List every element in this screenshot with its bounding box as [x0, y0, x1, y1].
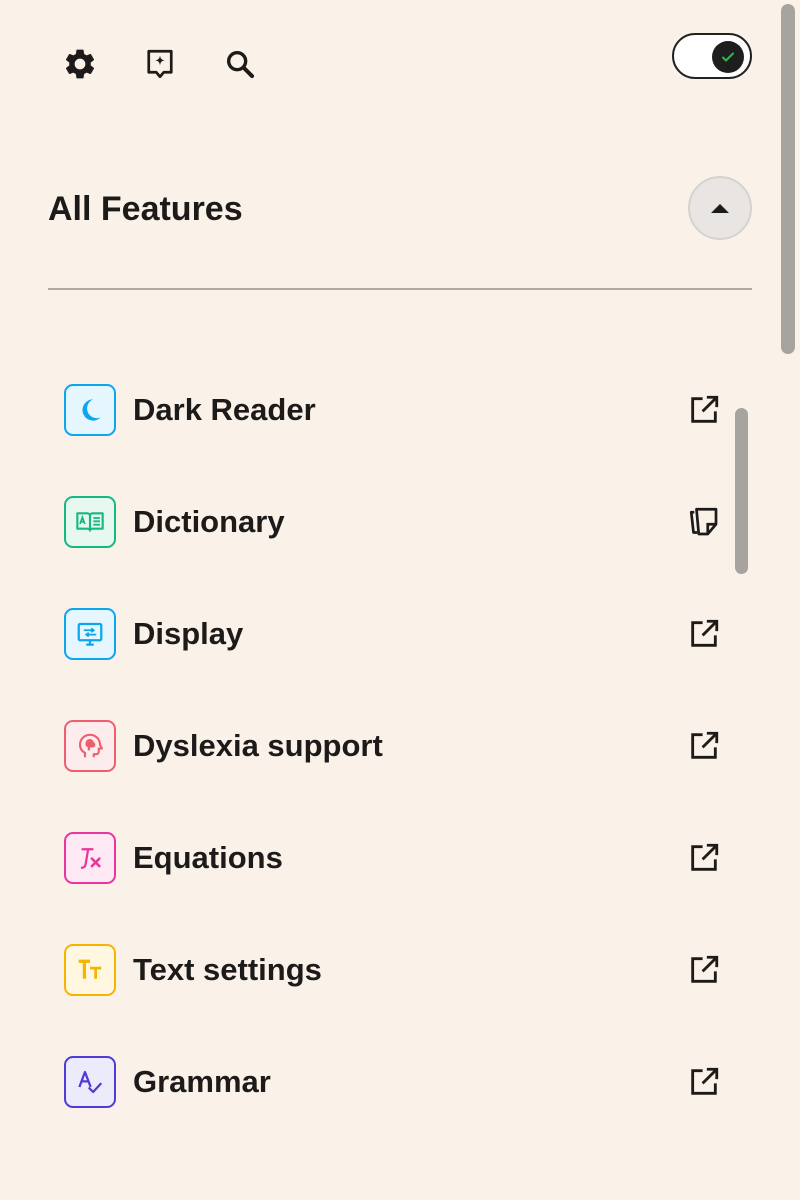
open-external-icon: [691, 1067, 719, 1095]
feature-item-text-settings[interactable]: Text settings: [0, 914, 760, 1026]
feature-label: Display: [133, 616, 244, 651]
feature-label: Dyslexia support: [133, 728, 383, 763]
copy-button[interactable]: [684, 502, 724, 542]
search-button[interactable]: [220, 44, 260, 84]
open-button[interactable]: [684, 1062, 724, 1102]
head-brain-icon: [78, 733, 103, 758]
page-scrollbar[interactable]: [781, 4, 795, 354]
feature-label: Dark Reader: [133, 392, 316, 427]
spell-check-icon: [78, 1070, 102, 1094]
feature-icon-box: [64, 832, 116, 884]
moon-icon: [82, 399, 101, 421]
text-size-icon: [78, 959, 102, 979]
feature-list: Dark Reader Dictionary Display Dyslexia …: [0, 354, 760, 1138]
gear-icon: [65, 49, 95, 79]
feature-label: Text settings: [133, 952, 322, 987]
feature-icon-box: [64, 944, 116, 996]
monitor-icon: [77, 622, 103, 646]
open-external-icon: [691, 955, 719, 983]
open-button[interactable]: [684, 838, 724, 878]
copy-icon: [689, 507, 718, 536]
section-title: All Features: [48, 190, 243, 228]
feature-icon-box: [64, 384, 116, 436]
feature-icon-box: [64, 608, 116, 660]
caret-up-icon: [711, 204, 729, 213]
open-button[interactable]: [684, 726, 724, 766]
feature-item-dark-reader[interactable]: Dark Reader: [0, 354, 760, 466]
open-external-icon: [691, 619, 719, 647]
feature-icon-box: [64, 1056, 116, 1108]
divider: [48, 288, 752, 290]
open-button[interactable]: [684, 950, 724, 990]
list-scrollbar[interactable]: [735, 408, 748, 574]
feature-item-display[interactable]: Display: [0, 578, 760, 690]
feature-item-dictionary[interactable]: Dictionary: [0, 466, 760, 578]
feature-icon-box: [64, 720, 116, 772]
feature-item-equations[interactable]: Equations: [0, 802, 760, 914]
math-function-icon: [80, 848, 101, 869]
search-icon: [226, 50, 255, 79]
open-button[interactable]: [684, 614, 724, 654]
ai-assistant-button[interactable]: [140, 44, 180, 84]
feature-label: Equations: [133, 840, 283, 875]
open-external-icon: [691, 843, 719, 871]
book-icon: [76, 512, 104, 532]
extension-toggle[interactable]: [672, 33, 752, 79]
toggle-knob: [712, 41, 744, 73]
feature-item-grammar[interactable]: Grammar: [0, 1026, 760, 1138]
open-external-icon: [691, 395, 719, 423]
open-button[interactable]: [684, 390, 724, 430]
open-external-icon: [691, 731, 719, 759]
check-icon: [722, 52, 734, 62]
feature-label: Grammar: [133, 1064, 271, 1099]
collapse-button[interactable]: [688, 176, 752, 240]
settings-button[interactable]: [60, 44, 100, 84]
feature-label: Dictionary: [133, 504, 285, 539]
feature-item-dyslexia-support[interactable]: Dyslexia support: [0, 690, 760, 802]
feature-icon-box: [64, 496, 116, 548]
sparkle-note-icon: [147, 49, 173, 79]
